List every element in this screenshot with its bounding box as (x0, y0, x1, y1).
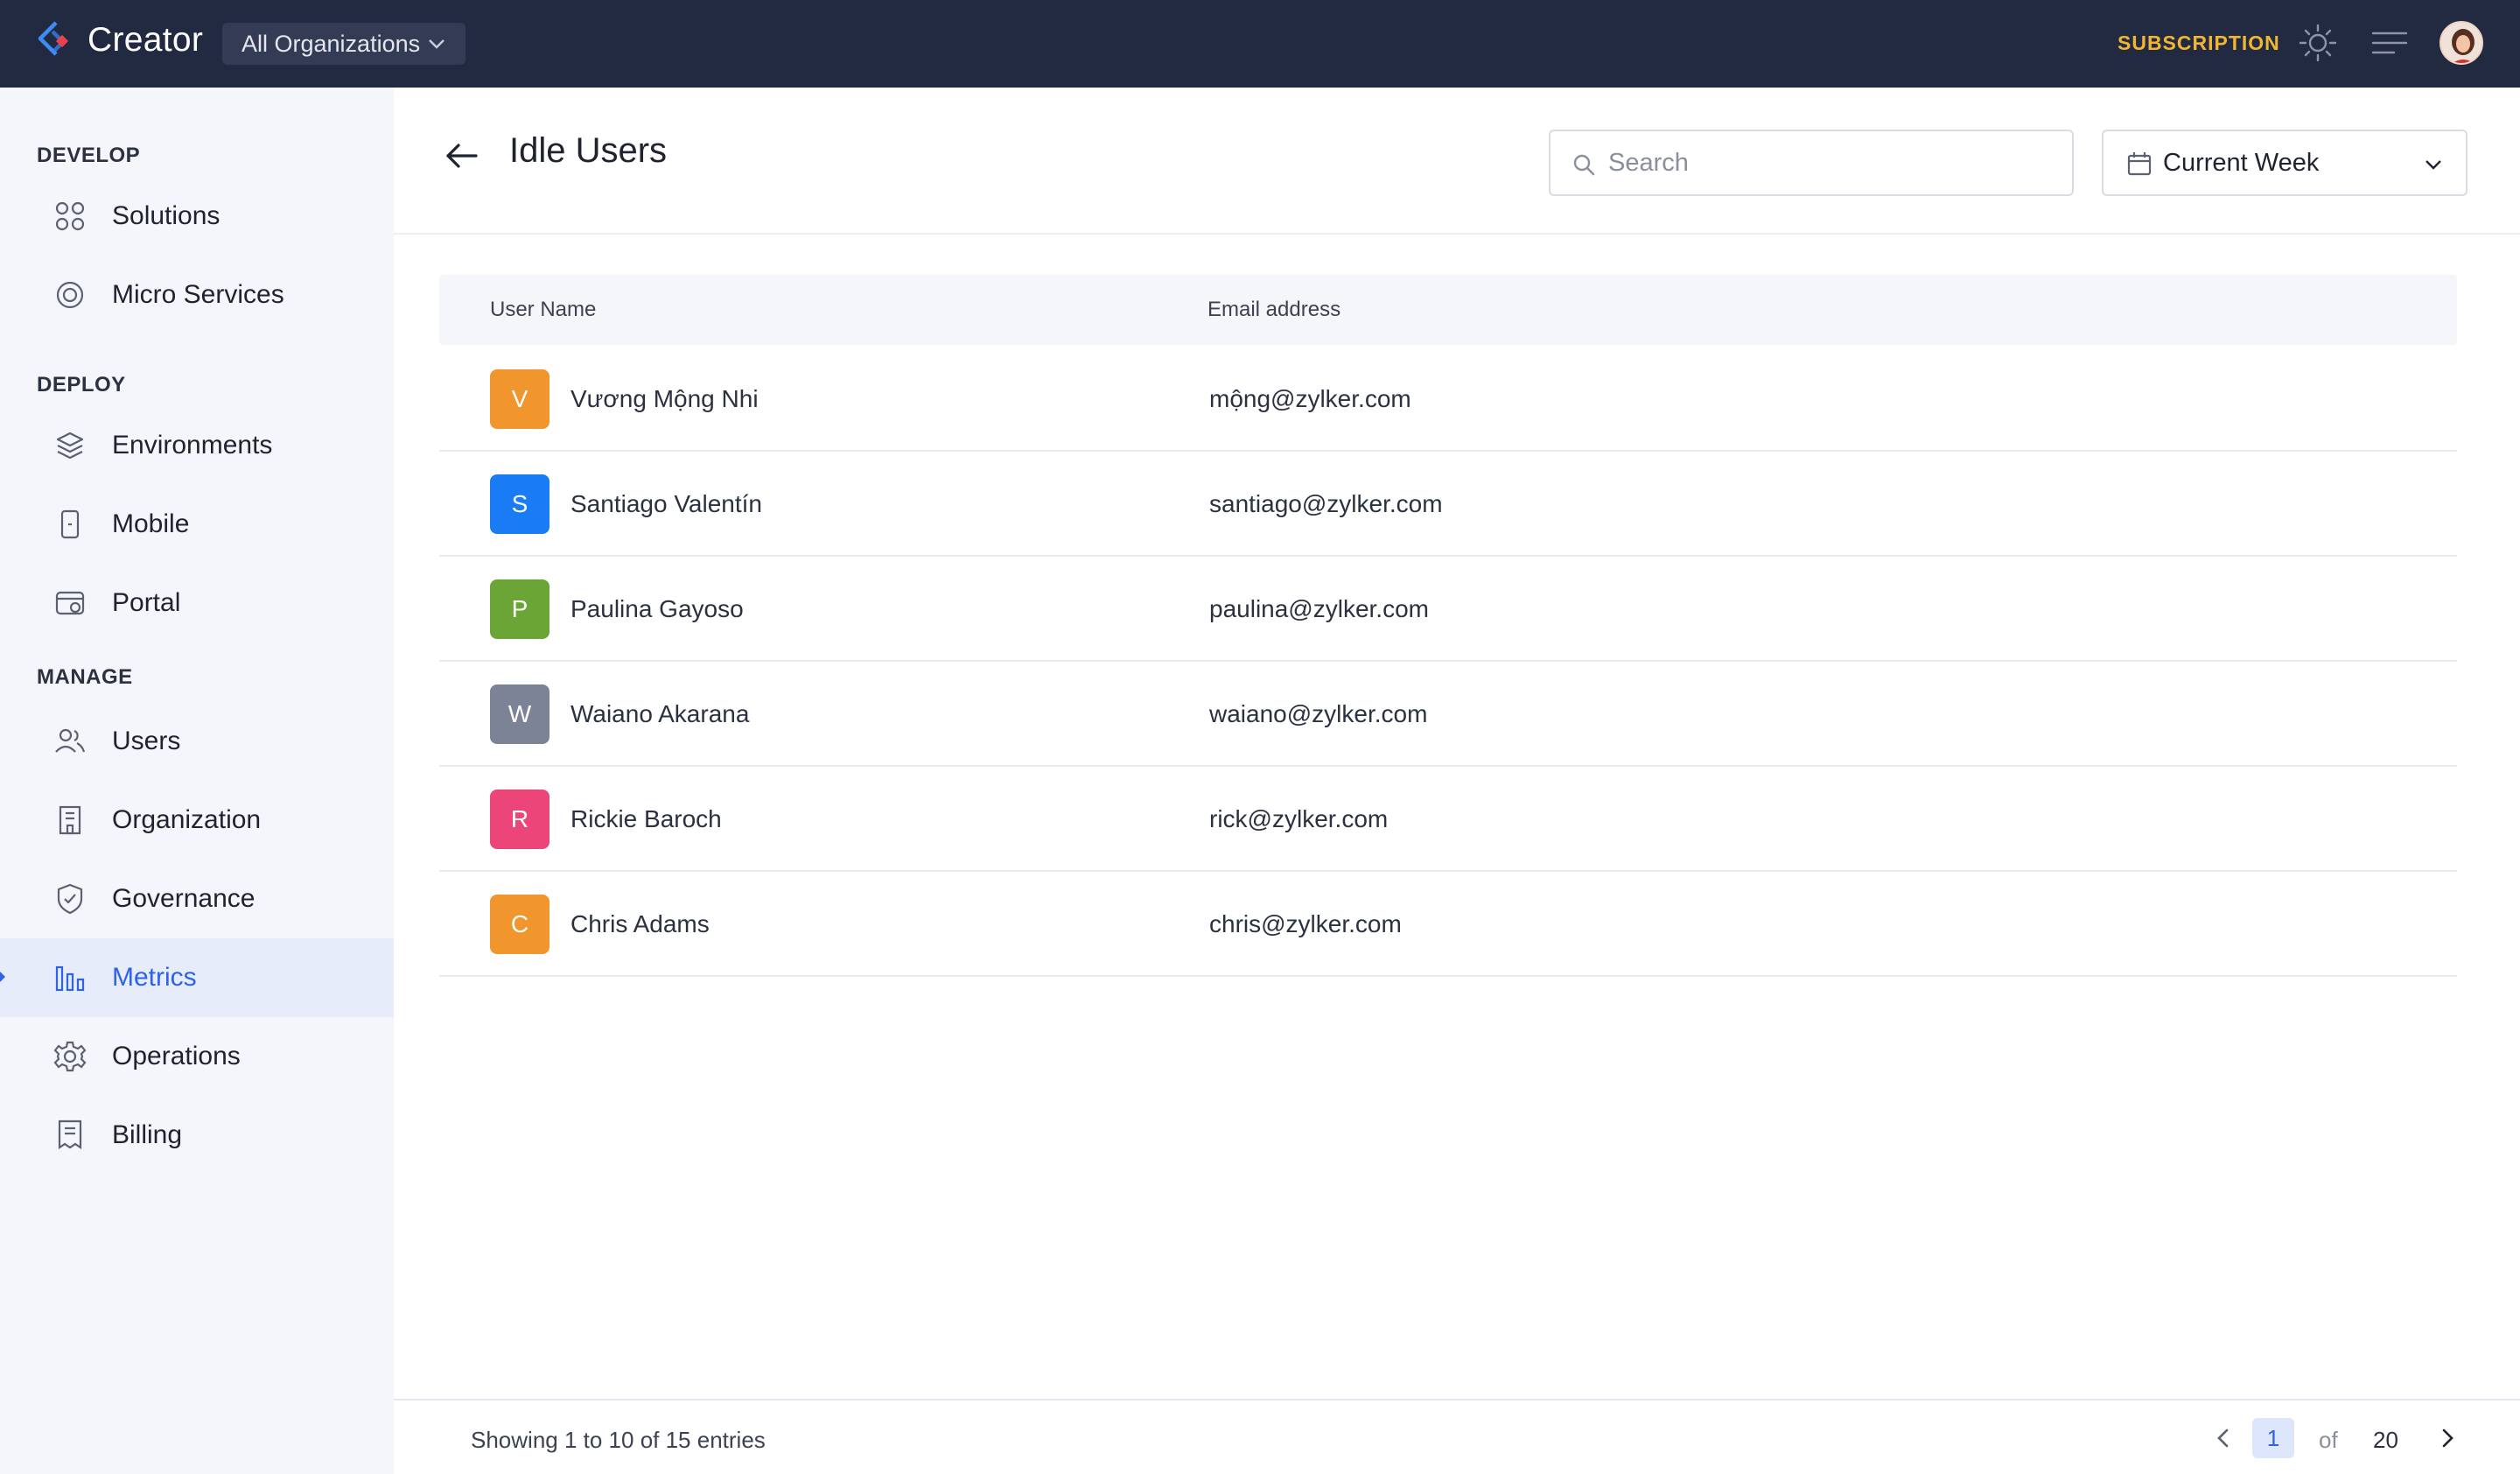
user-avatar: C (490, 895, 550, 954)
sidebar-item-mobile[interactable]: Mobile (0, 485, 394, 564)
microservice-icon (56, 281, 84, 309)
sidebar-item-label: Portal (112, 588, 181, 617)
receipt-icon (58, 1120, 82, 1150)
sidebar-item-label: Mobile (112, 509, 190, 538)
user-name: Rickie Baroch (570, 805, 722, 832)
page-title: Idle Users (509, 131, 668, 170)
section-title-develop: DEVELOP (37, 144, 141, 167)
user-avatar: R (490, 790, 550, 849)
sidebar: DEVELOP Solutions Micro Services DEPLOY … (0, 88, 394, 1474)
grid-icon (55, 201, 85, 231)
sidebar-item-operations[interactable]: Operations (0, 1017, 394, 1096)
user-name: Paulina Gayoso (570, 595, 744, 622)
search-icon (1573, 154, 1595, 176)
previous-page-icon[interactable] (2210, 1425, 2236, 1451)
user-avatar: S (490, 474, 550, 534)
table-header: User Name Email address (439, 275, 2457, 345)
back-arrow-icon[interactable] (443, 137, 481, 175)
sidebar-item-label: Solutions (112, 201, 220, 230)
table-row[interactable]: S Santiago Valentín santiago@zylker.com (439, 452, 2457, 557)
table-row[interactable]: W Waiano Akarana waiano@zylker.com (439, 662, 2457, 767)
page-of-label: of (2319, 1427, 2338, 1453)
sun-icon[interactable] (2298, 23, 2338, 63)
period-selector-label: Current Week (2163, 149, 2320, 177)
user-avatar: P (490, 579, 550, 639)
page-header: Idle Users Current Week (394, 88, 2520, 235)
total-pages: 20 (2373, 1427, 2398, 1453)
sidebar-item-portal[interactable]: Portal (0, 564, 394, 642)
column-header-user-name[interactable]: User Name (490, 298, 596, 322)
user-avatar: V (490, 369, 550, 429)
pagination-footer: Showing 1 to 10 of 15 entries 1 of 20 (394, 1399, 2520, 1474)
user-name: Waiano Akarana (570, 700, 750, 727)
column-header-email[interactable]: Email address (1208, 298, 1340, 322)
sidebar-item-label: Metrics (112, 963, 197, 992)
sidebar-item-users[interactable]: Users (0, 702, 394, 781)
user-email: rick@zylker.com (1209, 805, 1389, 832)
main-content: Idle Users Current Week User Name (394, 88, 2520, 1474)
chevron-down-icon (429, 39, 444, 49)
table-row[interactable]: P Paulina Gayoso paulina@zylker.com (439, 557, 2457, 662)
user-email: chris@zylker.com (1209, 910, 1402, 937)
sidebar-item-governance[interactable]: Governance (0, 860, 394, 938)
sidebar-item-label: Environments (112, 431, 273, 460)
chevron-down-icon (2426, 160, 2441, 170)
section-title-manage: MANAGE (37, 665, 133, 689)
sidebar-item-label: Billing (112, 1120, 183, 1149)
menu-icon[interactable] (2370, 23, 2410, 63)
current-page[interactable]: 1 (2252, 1418, 2294, 1458)
table-row[interactable]: C Chris Adams chris@zylker.com (439, 872, 2457, 977)
next-page-icon[interactable] (2434, 1425, 2460, 1451)
gear-icon (53, 1041, 87, 1072)
sidebar-item-billing[interactable]: Billing (0, 1096, 394, 1175)
organization-selector[interactable]: All Organizations (222, 23, 466, 65)
sidebar-item-label: Governance (112, 884, 256, 913)
users-icon (55, 728, 86, 753)
sidebar-item-label: Operations (112, 1042, 241, 1070)
user-name: Santiago Valentín (570, 490, 762, 517)
top-bar: Creator All Organizations SUBSCRIPTION (0, 0, 2520, 88)
sidebar-item-metrics[interactable]: Metrics (0, 938, 394, 1017)
user-avatar[interactable] (2440, 21, 2483, 65)
user-avatar: W (490, 684, 550, 744)
active-indicator (0, 972, 5, 982)
search-input[interactable] (1608, 144, 2046, 182)
user-email: waiano@zylker.com (1209, 700, 1428, 727)
sidebar-item-label: Users (112, 726, 181, 755)
subscription-link[interactable]: SUBSCRIPTION (2118, 32, 2280, 55)
user-email: mộng@zylker.com (1209, 385, 1411, 412)
search-field[interactable] (1549, 130, 2074, 196)
user-name: Chris Adams (570, 910, 710, 937)
period-selector[interactable]: Current Week (2102, 130, 2468, 196)
shield-icon (57, 883, 83, 915)
user-email: santiago@zylker.com (1209, 490, 1443, 517)
building-icon (59, 805, 81, 835)
sidebar-item-label: Micro Services (112, 280, 284, 309)
sidebar-item-label: Organization (112, 805, 262, 834)
brand-name: Creator (88, 21, 204, 59)
table-row[interactable]: V Vương Mộng Nhi mộng@zylker.com (439, 347, 2457, 452)
portal-icon (55, 591, 85, 615)
calendar-icon (2127, 152, 2152, 176)
bar-chart-icon (55, 965, 85, 992)
section-title-deploy: DEPLOY (37, 373, 126, 397)
layers-icon (56, 432, 84, 460)
user-email: paulina@zylker.com (1209, 595, 1429, 622)
sidebar-item-organization[interactable]: Organization (0, 781, 394, 860)
entries-summary: Showing 1 to 10 of 15 entries (471, 1427, 766, 1453)
organization-selector-label: All Organizations (242, 30, 421, 57)
user-avatar-icon (2441, 23, 2482, 63)
table-row[interactable]: R Rickie Baroch rick@zylker.com (439, 767, 2457, 872)
user-name: Vương Mộng Nhi (570, 385, 759, 412)
sidebar-item-environments[interactable]: Environments (0, 406, 394, 485)
logo-icon[interactable] (33, 19, 75, 61)
sidebar-item-solutions[interactable]: Solutions (0, 177, 394, 256)
mobile-icon (60, 509, 80, 539)
sidebar-item-micro-services[interactable]: Micro Services (0, 256, 394, 334)
